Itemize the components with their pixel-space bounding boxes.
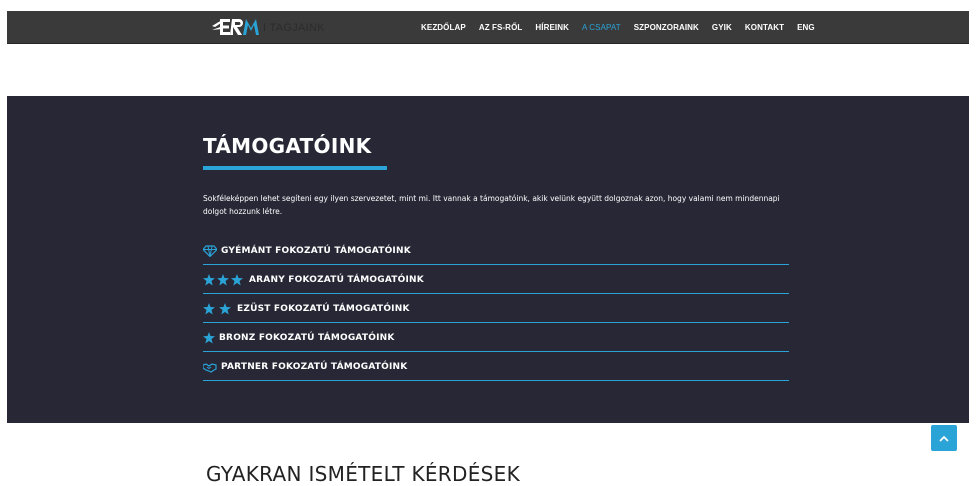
- nav-item-faq[interactable]: GYIK: [712, 23, 732, 32]
- nav-item-home[interactable]: KEZDŐLAP: [421, 23, 466, 32]
- nav-item-contact[interactable]: KONTAKT: [745, 23, 784, 32]
- nav-item-news[interactable]: HÍREINK: [535, 23, 569, 32]
- header-ghost-text: I TAGJAINK: [263, 22, 325, 34]
- tier-label: ARANY FOKOZATÚ TÁMOGATÓINK: [249, 275, 424, 285]
- section-title: TÁMOGATÓINK: [203, 134, 372, 158]
- erm-logo-icon: [212, 19, 259, 35]
- top-navigation-bar: I TAGJAINK KEZDŐLAP AZ FS-RŐL HÍREINK A …: [7, 11, 969, 44]
- tier-bronze[interactable]: BRONZ FOKOZATÚ TÁMOGATÓINK: [203, 323, 789, 352]
- handshake-icon: [203, 361, 217, 373]
- nav-item-sponsors[interactable]: SZPONZORAINK: [634, 23, 699, 32]
- title-underline: [203, 166, 387, 170]
- tier-label: GYÉMÁNT FOKOZATÚ TÁMOGATÓINK: [221, 246, 411, 256]
- tier-label: PARTNER FOKOZATÚ TÁMOGATÓINK: [221, 362, 408, 372]
- three-stars-icon: [203, 274, 245, 286]
- tier-gold[interactable]: ARANY FOKOZATÚ TÁMOGATÓINK: [203, 265, 789, 294]
- two-stars-icon: [203, 303, 233, 315]
- sponsor-tier-accordion: GYÉMÁNT FOKOZATÚ TÁMOGATÓINK ARANY FOKOZ…: [203, 236, 789, 381]
- nav-item-team[interactable]: A CSAPAT: [582, 23, 621, 32]
- site-logo[interactable]: [212, 15, 260, 39]
- nav-item-language-eng[interactable]: ENG: [797, 23, 815, 32]
- tier-silver[interactable]: EZÜST FOKOZATÚ TÁMOGATÓINK: [203, 294, 789, 323]
- tier-partner[interactable]: PARTNER FOKOZATÚ TÁMOGATÓINK: [203, 352, 789, 381]
- main-menu: KEZDŐLAP AZ FS-RŐL HÍREINK A CSAPAT SZPO…: [421, 11, 828, 43]
- diamond-icon: [203, 245, 217, 257]
- faq-heading: GYAKRAN ISMÉTELT KÉRDÉSEK: [206, 462, 520, 486]
- section-intro-text: Sokféleképpen lehet segíteni egy ilyen s…: [203, 194, 780, 216]
- scroll-to-top-button[interactable]: [931, 425, 957, 451]
- star-icon: [203, 332, 215, 344]
- supporters-section: TÁMOGATÓINK Sokféleképpen lehet segíteni…: [7, 96, 969, 423]
- tier-label: BRONZ FOKOZATÚ TÁMOGATÓINK: [219, 333, 395, 343]
- nav-item-about-fs[interactable]: AZ FS-RŐL: [479, 23, 523, 32]
- tier-label: EZÜST FOKOZATÚ TÁMOGATÓINK: [237, 304, 410, 314]
- tier-diamond[interactable]: GYÉMÁNT FOKOZATÚ TÁMOGATÓINK: [203, 236, 789, 265]
- chevron-up-icon: [939, 435, 949, 442]
